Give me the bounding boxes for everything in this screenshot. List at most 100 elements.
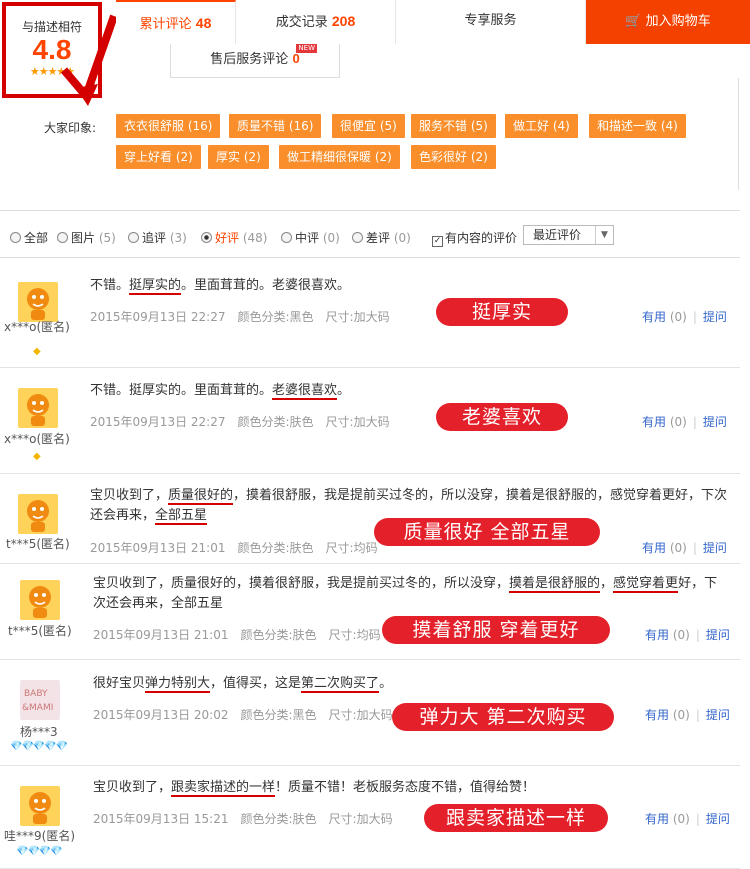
review-color: 颜色分类:肤色 xyxy=(240,812,317,826)
review-text-part: 宝贝收到了， xyxy=(90,488,169,503)
username[interactable]: x***o(匿名) xyxy=(4,430,70,447)
user-level-badge-icon: 💎💎💎💎💎 xyxy=(10,741,68,752)
filter-option-label: 图片 xyxy=(71,231,96,245)
filter-option-4[interactable]: 中评 (0) xyxy=(281,229,340,246)
sort-select[interactable]: 最近评价 ▼ xyxy=(523,225,614,245)
review-text: 宝贝收到了，跟卖家描述的一样！质量不错！老板服务态度不错，值得给赞！ xyxy=(93,778,733,798)
ask-button[interactable]: 提问 xyxy=(706,708,730,722)
useful-count: (0) xyxy=(666,541,687,555)
impression-tag[interactable]: 质量不错 (16) xyxy=(229,114,322,138)
avatar[interactable] xyxy=(18,388,58,428)
highlight-callout: 弹力大 第二次购买 xyxy=(392,703,614,731)
divider: | xyxy=(695,628,700,642)
useful-button[interactable]: 有用 xyxy=(642,415,666,429)
impressions-label: 大家印象: xyxy=(44,121,97,135)
svg-text:&MAMI: &MAMI xyxy=(22,703,53,713)
highlight-callout: 跟卖家描述一样 xyxy=(424,804,608,832)
username[interactable]: x***o(匿名) xyxy=(4,318,70,335)
useful-button[interactable]: 有用 xyxy=(645,628,669,642)
username[interactable]: t***5(匿名) xyxy=(8,622,72,639)
useful-count: (0) xyxy=(666,310,687,324)
cartoon-avatar-icon xyxy=(29,792,51,824)
cart-icon: 🛒 xyxy=(625,14,642,29)
avatar[interactable] xyxy=(18,282,58,322)
ask-button[interactable]: 提问 xyxy=(706,628,730,642)
ask-button[interactable]: 提问 xyxy=(703,541,727,555)
ask-button[interactable]: 提问 xyxy=(703,310,727,324)
cartoon-avatar-icon xyxy=(27,394,49,426)
review-text-part: 很好宝贝 xyxy=(93,676,146,691)
review-tabs: 累计评论 48 成交记录 208 专享服务 🛒 加入购物车 xyxy=(116,0,750,44)
useful-button[interactable]: 有用 xyxy=(645,812,669,826)
impression-tag[interactable]: 和描述一致 (4) xyxy=(589,114,686,138)
impression-tag[interactable]: 厚实 (2) xyxy=(208,145,269,169)
filter-option-2[interactable]: 追评 (3) xyxy=(128,229,187,246)
filter-option-1[interactable]: 图片 (5) xyxy=(57,229,116,246)
tab-after-sales-reviews[interactable]: 售后服务评论 0 NEW xyxy=(170,44,340,78)
review-size: 尺寸:均码 xyxy=(325,541,378,555)
tab-transactions[interactable]: 成交记录 208 xyxy=(236,0,396,44)
username[interactable]: 哇***9(匿名) xyxy=(4,827,75,844)
highlight-callout: 质量很好 全部五星 xyxy=(374,518,600,546)
review-text-part: 不错。挺厚实的。里面茸茸的。 xyxy=(90,383,273,398)
avatar[interactable] xyxy=(20,580,60,620)
impression-tag[interactable]: 做工好 (4) xyxy=(505,114,578,138)
filter-option-label: 中评 xyxy=(295,231,320,245)
filter-option-count: (3) xyxy=(166,231,187,245)
impression-tag[interactable]: 穿上好看 (2) xyxy=(116,145,201,169)
useful-button[interactable]: 有用 xyxy=(645,708,669,722)
add-to-cart-button[interactable]: 🛒 加入购物车 xyxy=(586,0,750,44)
impressions-divider xyxy=(738,78,739,190)
user-level-badge-icon: 💎💎💎💎 xyxy=(16,846,63,857)
impression-tag[interactable]: 很便宜 (5) xyxy=(332,114,405,138)
highlight-callout: 摸着舒服 穿着更好 xyxy=(382,616,610,644)
useful-count: (0) xyxy=(666,415,687,429)
highlighted-phrase: 挺厚实的 xyxy=(129,278,182,295)
divider: | xyxy=(692,541,697,555)
filter-option-0[interactable]: 全部 xyxy=(10,229,48,246)
after-sales-label: 售后服务评论 xyxy=(210,52,289,67)
review-text-part: 不错。 xyxy=(90,278,130,293)
username[interactable]: t***5(匿名) xyxy=(6,535,70,552)
avatar[interactable]: BABY &MAMI xyxy=(20,680,60,720)
avatar[interactable] xyxy=(18,494,58,534)
filter-option-label: 追评 xyxy=(142,231,167,245)
filter-option-label: 差评 xyxy=(366,231,391,245)
impression-tag[interactable]: 色彩很好 (2) xyxy=(411,145,496,169)
username[interactable]: 杨***3 xyxy=(20,723,58,740)
chevron-down-icon: ▼ xyxy=(595,226,613,244)
content-only-label: 有内容的评价 xyxy=(445,231,518,245)
highlighted-phrase: 跟卖家描述的一样 xyxy=(171,780,276,797)
content-only-checkbox[interactable]: ✓ 有内容的评价 xyxy=(432,229,517,247)
radio-icon xyxy=(128,232,139,243)
filter-option-5[interactable]: 差评 (0) xyxy=(352,229,411,246)
baby-mami-avatar-icon: BABY&MAMI xyxy=(22,689,53,713)
review-text-part: 。 xyxy=(337,383,351,398)
review-filter-bar: 全部 图片 (5) 追评 (3) 好评 (48) 中评 (0) 差评 (0) ✓ 有内容的… xyxy=(0,210,740,258)
sort-select-value: 最近评价 xyxy=(533,228,582,242)
highlighted-phrase: 感觉穿着更 xyxy=(613,576,679,593)
ask-button[interactable]: 提问 xyxy=(706,812,730,826)
svg-text:BABY: BABY xyxy=(24,689,48,699)
useful-button[interactable]: 有用 xyxy=(642,541,666,555)
review-date: 2015年09月13日 22:27 xyxy=(90,310,226,324)
review-date: 2015年09月13日 20:02 xyxy=(93,708,229,722)
ask-button[interactable]: 提问 xyxy=(703,415,727,429)
useful-count: (0) xyxy=(669,708,690,722)
avatar[interactable] xyxy=(20,786,60,826)
impression-tag[interactable]: 衣衣很舒服 (16) xyxy=(116,114,221,138)
useful-button[interactable]: 有用 xyxy=(642,310,666,324)
tab-reviews[interactable]: 累计评论 48 xyxy=(116,0,236,44)
tab-reviews-label: 累计评论 xyxy=(139,17,192,32)
review-color: 颜色分类:肤色 xyxy=(240,628,317,642)
radio-icon xyxy=(10,232,21,243)
review-actions: 有用 (0) | 提问 xyxy=(642,308,727,325)
tab-services[interactable]: 专享服务 xyxy=(396,0,586,44)
review-meta: 2015年09月13日 20:02 颜色分类:黑色 尺寸:加大码 xyxy=(93,706,405,723)
filter-option-count: (0) xyxy=(319,231,340,245)
filter-option-3[interactable]: 好评 (48) xyxy=(201,229,267,246)
impression-tag[interactable]: 做工精细很保暖 (2) xyxy=(279,145,400,169)
filter-option-count: (5) xyxy=(95,231,116,245)
add-to-cart-label: 加入购物车 xyxy=(645,14,711,29)
impression-tag[interactable]: 服务不错 (5) xyxy=(411,114,496,138)
